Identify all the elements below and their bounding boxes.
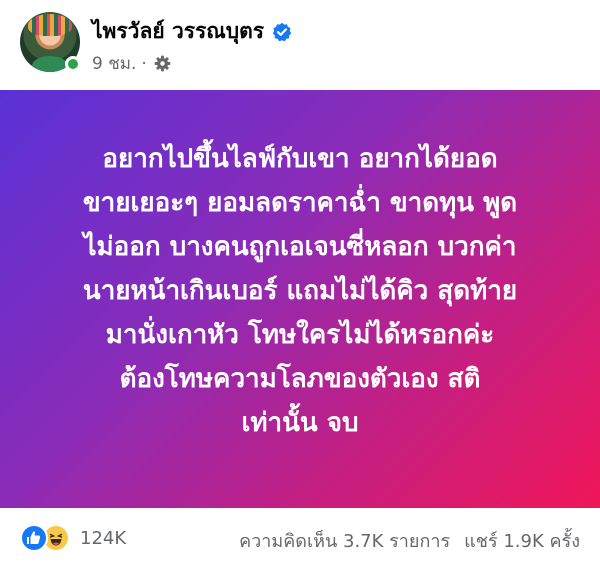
post-text-line: ไม่ออก บางคนถูกเอเจนซี่หลอก บวกค่า (83, 232, 517, 262)
stat-spacer (450, 526, 464, 555)
like-icon (20, 524, 48, 552)
post-text: อยากไปขึ้นไลฟ์กับเขา อยากได้ยอด ขายเยอะๆ… (0, 137, 600, 445)
comment-count-link[interactable]: ความคิดเห็น 3.7K รายการ (239, 526, 450, 555)
post-footer: 124K ความคิดเห็น 3.7K รายการ แชร์ 1.9K ค… (0, 508, 600, 562)
post-time[interactable]: 9 ชม. (92, 50, 136, 77)
post-text-line: เท่านั้น จบ (241, 408, 359, 438)
post-text-line: ต้องโทษความโลภของตัวเอง สติ (119, 364, 481, 394)
reaction-count: 124K (80, 527, 127, 549)
share-count-link[interactable]: แชร์ 1.9K ครั้ง (464, 526, 580, 555)
post-text-line: นายหน้าเกินเบอร์ แถมไม่ได้คิว สุดท้าย (82, 276, 518, 306)
engagement-stats: ความคิดเห็น 3.7K รายการ แชร์ 1.9K ครั้ง (239, 526, 580, 555)
post-header: ไพรวัลย์ วรรณบุตร 9 ชม. · (0, 0, 600, 90)
post-text-line: อยากไปขึ้นไลฟ์กับเขา อยากได้ยอด (102, 144, 498, 174)
verified-badge-icon (272, 22, 292, 41)
post-text-line: ขายเยอะๆ ยอมลดราคาฉ่ำ ขาดทุน พูด (82, 188, 518, 218)
online-status-dot (65, 56, 81, 72)
gear-icon[interactable] (154, 55, 171, 72)
author-name[interactable]: ไพรวัลย์ วรรณบุตร (92, 15, 264, 48)
post-text-line: มานั่งเกาหัว โทษใครไม่ได้หรอกค่ะ (105, 320, 495, 350)
author-row: ไพรวัลย์ วรรณบุตร (92, 15, 292, 48)
post-meta: 9 ชม. · (92, 50, 171, 77)
meta-separator: · (141, 53, 147, 74)
reactions-summary[interactable]: 124K (20, 524, 126, 552)
avatar[interactable] (20, 12, 81, 72)
